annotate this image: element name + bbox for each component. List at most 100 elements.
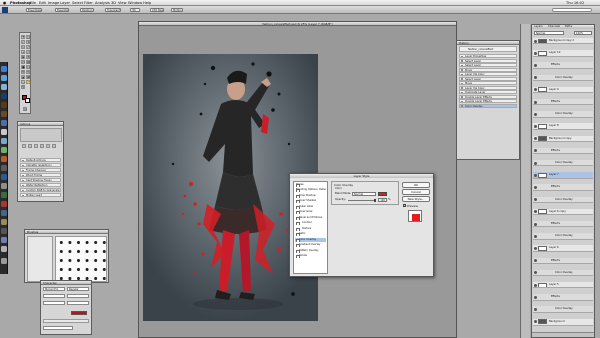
tab-channels[interactable]: Channels <box>548 25 560 29</box>
layer-row[interactable]: Layer 5 <box>533 282 593 289</box>
visibility-eye-icon[interactable] <box>534 259 537 263</box>
opacity-slider-handle[interactable] <box>374 198 376 202</box>
app-icon-17[interactable] <box>1 210 7 216</box>
move-tool-icon[interactable]: ✝ <box>21 35 25 39</box>
cancel-button[interactable]: Cancel <box>402 189 430 195</box>
layer-row[interactable]: Color Overlay <box>533 160 593 167</box>
ical-icon[interactable] <box>1 129 7 135</box>
visibility-eye-icon[interactable] <box>534 185 537 189</box>
app-icon-18[interactable] <box>1 219 7 225</box>
visibility-eye-icon[interactable] <box>534 112 537 116</box>
action-icon-5[interactable] <box>46 144 50 148</box>
marquee-tool-icon[interactable]: □ <box>26 35 30 39</box>
layer-row[interactable]: Layer 6 <box>533 245 593 252</box>
history-row[interactable]: Layer Via Copy <box>459 72 517 76</box>
history-row[interactable]: Select Layer <box>459 76 517 81</box>
visibility-eye-icon[interactable] <box>534 173 537 177</box>
history-row[interactable]: Move <box>459 67 517 72</box>
layer-row[interactable]: Layer 10 <box>533 50 593 57</box>
visibility-eye-icon[interactable] <box>534 39 537 43</box>
preview-icon[interactable] <box>1 138 7 144</box>
visibility-eye-icon[interactable] <box>534 63 537 67</box>
action-row[interactable]: Molten Lead <box>20 193 61 197</box>
action-row[interactable]: Cast Shadow (type) <box>20 178 61 182</box>
ichat-icon[interactable] <box>1 147 7 153</box>
style-item[interactable]: Drop Shadow <box>295 194 326 198</box>
mail-icon[interactable] <box>1 84 7 90</box>
layer-row[interactable]: Color Overlay <box>533 74 593 81</box>
menu-analysis[interactable]: Analysis <box>95 1 110 5</box>
layer-row[interactable]: Color Overlay <box>533 269 593 277</box>
menu-image[interactable]: Image <box>48 1 59 5</box>
leading-field[interactable] <box>67 294 89 298</box>
action-icon-1[interactable] <box>22 144 26 148</box>
visibility-eye-icon[interactable] <box>534 222 537 226</box>
safari-icon[interactable] <box>1 75 7 81</box>
brush-tips-grid[interactable] <box>55 236 107 282</box>
menu-layer[interactable]: Layer <box>60 1 70 5</box>
magic-wand-icon[interactable]: ✦ <box>26 40 30 44</box>
style-item[interactable]: Pattern Overlay <box>295 249 326 253</box>
app-icon-14[interactable] <box>1 183 7 189</box>
trash-icon[interactable] <box>1 258 7 264</box>
visibility-eye-icon[interactable] <box>534 271 537 275</box>
workspace-button-7[interactable]: Motion <box>171 7 183 12</box>
visibility-eye-icon[interactable] <box>534 137 537 141</box>
visibility-eye-icon[interactable] <box>534 198 537 202</box>
action-row[interactable]: Water Reflection <box>20 183 61 187</box>
menu-3d[interactable]: 3D <box>111 1 116 5</box>
tab-paths[interactable]: Paths <box>565 25 572 29</box>
visibility-eye-icon[interactable] <box>534 320 537 324</box>
history-brush-icon[interactable]: ↺ <box>26 55 30 59</box>
workspace-button-2[interactable]: Essentials <box>55 7 69 12</box>
history-row[interactable]: Layer Properties <box>459 54 517 58</box>
history-row[interactable]: Layer Via Copy <box>459 85 517 90</box>
layer-row[interactable]: Background <box>533 318 593 326</box>
action-icon-4[interactable] <box>40 144 44 148</box>
action-row[interactable]: Default Actions <box>20 158 61 162</box>
layer-row[interactable]: Color Overlay <box>533 196 593 203</box>
app-icon-19[interactable] <box>1 228 7 234</box>
brush-tool-icon[interactable]: ∕ <box>26 50 30 54</box>
shape-tool-icon[interactable]: ▬ <box>26 75 30 79</box>
app-icon-15[interactable] <box>1 192 7 198</box>
zoom-tool-icon[interactable]: ⚲ <box>21 85 25 89</box>
tracking-field[interactable] <box>43 301 65 305</box>
layer-row[interactable]: Color Overlay <box>533 111 593 118</box>
font-size-field[interactable] <box>43 294 65 298</box>
layer-row[interactable]: Effects <box>533 99 593 106</box>
style-item[interactable]: Inner Glow <box>295 210 326 215</box>
path-select-icon[interactable]: ▲ <box>21 75 25 79</box>
opacity-slider[interactable] <box>348 199 376 201</box>
menu-file[interactable]: File <box>30 1 36 5</box>
menu-help[interactable]: Help <box>143 1 151 5</box>
workspace-button-4[interactable]: Typography <box>105 7 121 12</box>
bridge-icon[interactable] <box>1 111 7 117</box>
app-icon-13[interactable] <box>1 174 7 180</box>
menu-view[interactable]: View <box>118 1 127 5</box>
blend-mode-select[interactable]: Normal <box>352 191 376 196</box>
visibility-eye-icon[interactable] <box>534 51 537 55</box>
history-row[interactable]: Select Layer <box>459 63 517 67</box>
layer-row[interactable]: Background copy 2 <box>533 38 593 45</box>
workspace-button-5[interactable]: 3D <box>130 7 140 12</box>
app-icon-12[interactable] <box>1 165 7 171</box>
kerning-field[interactable] <box>67 301 89 305</box>
style-item[interactable]: Inner Shadow <box>295 199 326 204</box>
history-row[interactable]: Double Layer Effects <box>459 94 517 99</box>
layer-row[interactable]: Color Overlay <box>533 306 593 313</box>
history-row[interactable]: Move <box>459 81 517 85</box>
finder-icon[interactable] <box>1 66 7 72</box>
crop-tool-icon[interactable]: ⌖ <box>21 45 25 49</box>
app-icon-11[interactable] <box>1 156 7 162</box>
action-row[interactable]: Custom RGB to Grayscale <box>20 188 61 192</box>
action-icon-6[interactable] <box>52 144 56 148</box>
layer-row[interactable]: Effects <box>533 221 593 228</box>
visibility-eye-icon[interactable] <box>534 210 537 214</box>
app-icon-16[interactable] <box>1 201 7 207</box>
ok-button[interactable]: OK <box>402 182 430 188</box>
workspace-button-6[interactable]: CS5 New <box>150 7 164 12</box>
menu-edit[interactable]: Edit <box>39 1 46 5</box>
healing-tool-icon[interactable]: + <box>21 50 25 54</box>
layer-row[interactable]: Effects <box>533 184 593 191</box>
